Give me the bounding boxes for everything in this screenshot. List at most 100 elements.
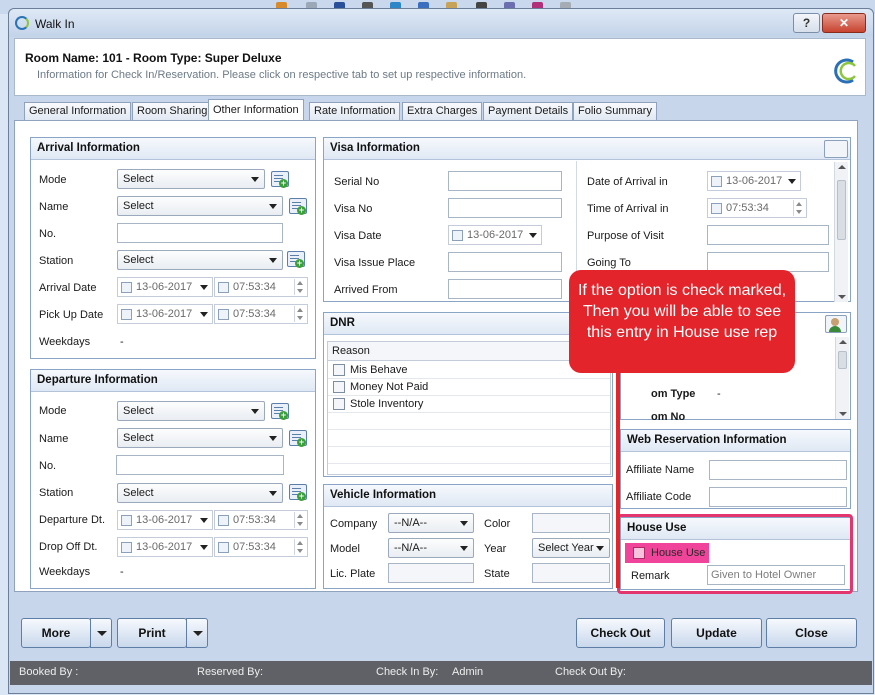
date-of-arrival-picker[interactable]: 13-06-2017 — [707, 171, 801, 191]
departure-time-checkbox[interactable] — [218, 515, 229, 526]
stole-inventory-checkbox[interactable] — [333, 398, 345, 410]
add-station-icon[interactable] — [289, 484, 307, 501]
visa-no-input[interactable] — [448, 198, 562, 218]
tab-room-sharing[interactable]: Room Sharing — [132, 102, 213, 121]
time-of-arrival-picker[interactable]: 07:53:34 — [707, 198, 807, 218]
visa-no-label: Visa No — [334, 203, 373, 215]
serial-no-input[interactable] — [448, 171, 562, 191]
visa-date-label: Visa Date — [334, 230, 382, 242]
state-input[interactable] — [532, 563, 610, 583]
departure-date-checkbox[interactable] — [121, 515, 132, 526]
more-dropdown-button[interactable] — [90, 618, 112, 648]
tab-general-information[interactable]: General Information — [24, 102, 132, 121]
year-select[interactable]: Select Year — [532, 538, 610, 558]
scroll-up-icon[interactable] — [839, 340, 847, 344]
mis-behave-checkbox[interactable] — [333, 364, 345, 376]
pickup-time-picker[interactable]: 07:53:34 — [214, 304, 308, 324]
affiliate-name-input[interactable] — [709, 460, 847, 480]
affiliate-name-label: Affiliate Name — [626, 464, 695, 476]
vehicle-title: Vehicle Information — [324, 485, 612, 507]
time-spinner[interactable] — [294, 539, 306, 555]
model-select[interactable]: --N/A-- — [388, 538, 474, 558]
time-spinner[interactable] — [294, 279, 306, 295]
arrival-weekdays-value: - — [120, 336, 124, 348]
departure-mode-select[interactable]: Select — [117, 401, 265, 421]
scroll-down-icon[interactable] — [838, 295, 846, 299]
departure-weekdays-value: - — [120, 566, 124, 578]
scroll-thumb[interactable] — [837, 180, 846, 240]
tab-payment-details[interactable]: Payment Details — [483, 102, 574, 121]
time-spinner[interactable] — [793, 200, 805, 216]
arrival-time-picker[interactable]: 07:53:34 — [214, 277, 308, 297]
list-item[interactable]: Stole Inventory — [328, 396, 610, 413]
empty-row — [328, 413, 610, 430]
pickup-date-checkbox[interactable] — [121, 309, 132, 320]
window-close-button[interactable]: ✕ — [822, 13, 866, 33]
money-not-paid-checkbox[interactable] — [333, 381, 345, 393]
dropoff-time-picker[interactable]: 07:53:34 — [214, 537, 308, 557]
arrival-date-picker[interactable]: 13-06-2017 — [117, 277, 213, 297]
update-button[interactable]: Update — [671, 618, 762, 648]
arrival-station-select[interactable]: Select — [117, 250, 283, 270]
add-name-icon[interactable] — [289, 430, 307, 447]
visa-scrollbar[interactable] — [834, 162, 848, 302]
visa-date-picker[interactable]: 13-06-2017 — [448, 225, 542, 245]
help-button[interactable]: ? — [793, 13, 820, 33]
time-spinner[interactable] — [294, 306, 306, 322]
print-button[interactable]: Print — [117, 618, 187, 648]
plate-input[interactable] — [388, 563, 474, 583]
departure-time-picker[interactable]: 07:53:34 — [214, 510, 308, 530]
arrival-station-label: Station — [39, 255, 74, 267]
arrival-date-value: 13-06-2017 — [136, 281, 193, 293]
arrival-mode-select[interactable]: Select — [117, 169, 265, 189]
departure-station-select[interactable]: Select — [117, 483, 283, 503]
going-to-input[interactable] — [707, 252, 829, 272]
list-item[interactable]: Money Not Paid — [328, 379, 610, 396]
more-button[interactable]: More — [21, 618, 91, 648]
time-of-arrival-checkbox[interactable] — [711, 203, 722, 214]
departure-no-input[interactable] — [116, 455, 284, 475]
purpose-of-visit-input[interactable] — [707, 225, 829, 245]
pickup-date-picker[interactable]: 13-06-2017 — [117, 304, 213, 324]
departure-name-select[interactable]: Select — [117, 428, 283, 448]
visa-date-checkbox[interactable] — [452, 230, 463, 241]
close-button[interactable]: Close — [766, 618, 857, 648]
dropoff-time-checkbox[interactable] — [218, 542, 229, 553]
arrival-time-checkbox[interactable] — [218, 282, 229, 293]
scroll-down-icon[interactable] — [839, 412, 847, 416]
tab-other-information[interactable]: Other Information — [208, 99, 304, 121]
pickup-time-checkbox[interactable] — [218, 309, 229, 320]
arrived-from-input[interactable] — [448, 279, 562, 299]
dropoff-date-checkbox[interactable] — [121, 542, 132, 553]
list-item[interactable]: Mis Behave — [328, 362, 610, 379]
visa-issue-place-input[interactable] — [448, 252, 562, 272]
tab-rate-information[interactable]: Rate Information — [309, 102, 401, 121]
user-icon[interactable] — [825, 315, 847, 333]
print-dropdown-button[interactable] — [186, 618, 208, 648]
time-spinner[interactable] — [294, 512, 306, 528]
state-label: State — [484, 568, 510, 580]
affiliate-code-input[interactable] — [709, 487, 847, 507]
add-mode-icon[interactable] — [271, 403, 289, 420]
check-in-by-label: Check In By: — [376, 666, 439, 678]
dropoff-date-picker[interactable]: 13-06-2017 — [117, 537, 213, 557]
color-input[interactable] — [532, 513, 610, 533]
print-icon[interactable] — [824, 140, 848, 158]
arrival-date-checkbox[interactable] — [121, 282, 132, 293]
add-station-icon[interactable] — [287, 251, 305, 268]
arrival-name-select[interactable]: Select — [117, 196, 283, 216]
chevron-down-icon — [200, 518, 208, 523]
add-name-icon[interactable] — [289, 198, 307, 215]
scroll-up-icon[interactable] — [838, 165, 846, 169]
scroll-thumb[interactable] — [838, 351, 847, 369]
arrival-information-group: Arrival Information Mode Select Name Sel… — [30, 137, 316, 359]
room-scrollbar[interactable] — [835, 337, 849, 419]
date-of-arrival-checkbox[interactable] — [711, 176, 722, 187]
tab-extra-charges[interactable]: Extra Charges — [402, 102, 483, 121]
add-mode-icon[interactable] — [271, 171, 289, 188]
company-select[interactable]: --N/A-- — [388, 513, 474, 533]
departure-date-picker[interactable]: 13-06-2017 — [117, 510, 213, 530]
check-out-button[interactable]: Check Out — [576, 618, 665, 648]
tab-folio-summary[interactable]: Folio Summary — [573, 102, 657, 121]
arrival-no-input[interactable] — [117, 223, 283, 243]
